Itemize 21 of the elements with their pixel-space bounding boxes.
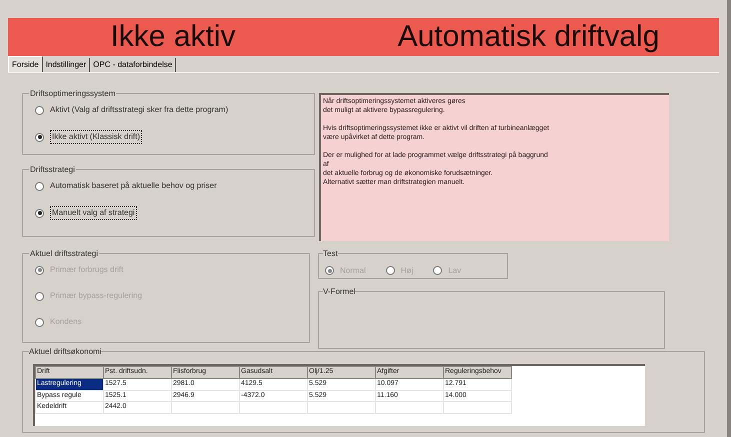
table-cell <box>308 402 376 413</box>
table-cell <box>376 402 444 413</box>
table-cell <box>172 402 240 413</box>
tab[interactable]: OPC - dataforbindelse <box>90 58 176 72</box>
group-title: Driftsstrategi <box>29 164 76 176</box>
radio-option[interactable]: Automatisk baseret på aktuelle behov og priser <box>35 180 314 192</box>
radio-option[interactable]: Aktivt (Valg af driftsstrategi sker fra dette program) <box>35 104 314 116</box>
radio-option[interactable]: Manuelt valg af strategi <box>35 206 314 220</box>
radio-button[interactable] <box>35 132 44 142</box>
tab[interactable]: Forside <box>8 56 43 72</box>
table-cell <box>444 402 512 413</box>
tab[interactable]: Indstillinger <box>42 58 90 72</box>
mode-text: Automatisk driftvalg <box>396 22 660 52</box>
status-text: Ikke aktiv <box>109 22 237 52</box>
radio-option[interactable]: Ikke aktivt (Klassisk drift) <box>35 130 314 144</box>
radio-button[interactable] <box>35 106 44 114</box>
group-title: Driftsoptimeringssystem <box>29 88 116 100</box>
table-cell <box>240 402 308 413</box>
radio-button[interactable] <box>35 208 44 218</box>
radio-button[interactable] <box>35 182 44 190</box>
group-title: Aktuel driftsstrategi <box>29 248 100 260</box>
